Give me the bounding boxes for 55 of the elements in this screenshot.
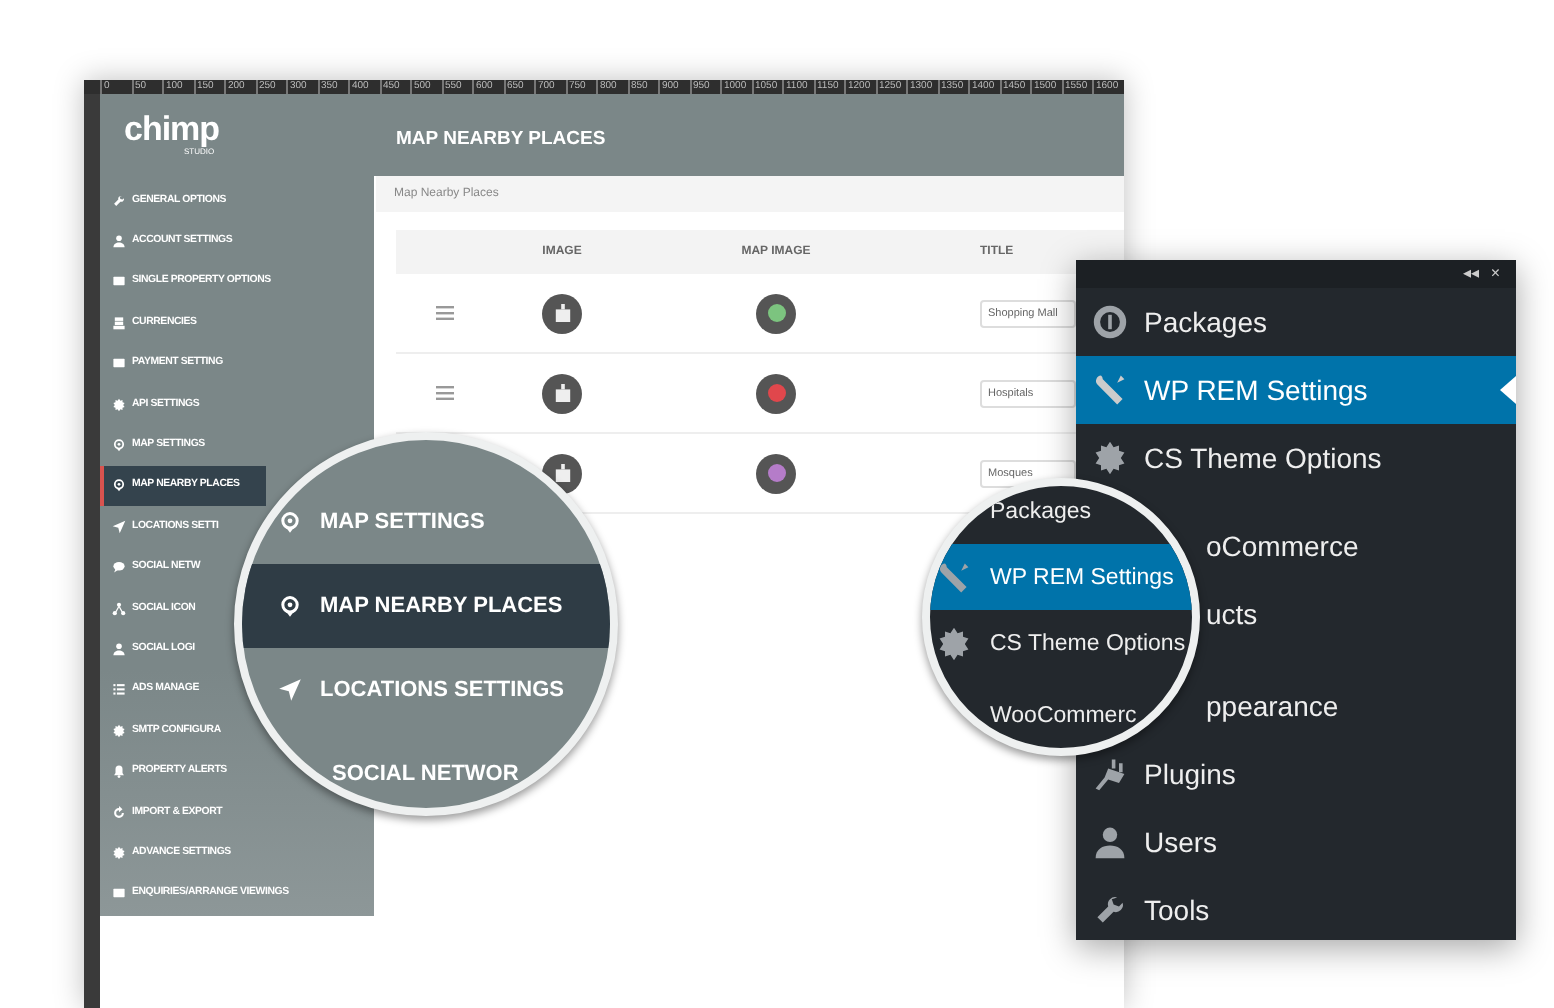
menu-item[interactable]: WooCommerc bbox=[930, 697, 1141, 733]
menu-item[interactable]: ppearance bbox=[1206, 688, 1347, 724]
list-icon bbox=[112, 682, 126, 697]
drag-handle-icon[interactable] bbox=[435, 386, 453, 400]
plug-icon bbox=[1092, 756, 1128, 792]
user-icon bbox=[1092, 824, 1128, 860]
gear-icon bbox=[112, 845, 126, 860]
chat-icon bbox=[112, 560, 126, 575]
gear-icon bbox=[112, 723, 126, 738]
gear-icon bbox=[936, 625, 972, 661]
map-pin-icon bbox=[278, 510, 302, 534]
menu-item[interactable]: SOCIAL NETWOR bbox=[242, 758, 523, 790]
share-icon bbox=[112, 601, 126, 616]
map-pin-icon bbox=[112, 438, 126, 453]
menu-item[interactable]: LOCATIONS SETTINGS bbox=[242, 674, 569, 706]
building-icon bbox=[542, 373, 582, 413]
menu-item[interactable]: WP REM Settings bbox=[930, 544, 1192, 610]
map-pin-icon bbox=[112, 478, 126, 493]
gear-icon bbox=[112, 397, 126, 412]
map-marker-icon bbox=[756, 293, 796, 333]
wrench-icon bbox=[112, 193, 126, 208]
menu-item[interactable]: Users bbox=[1076, 824, 1226, 860]
navigation-arrow-icon bbox=[112, 519, 126, 534]
refresh-icon bbox=[112, 805, 126, 820]
card-icon bbox=[112, 356, 126, 371]
pointer-notch-icon bbox=[1500, 376, 1516, 404]
map-marker-icon bbox=[756, 373, 796, 413]
stack-icon bbox=[112, 315, 126, 330]
building-icon bbox=[542, 293, 582, 333]
drag-handle-icon[interactable] bbox=[435, 306, 453, 320]
card-icon bbox=[112, 274, 126, 289]
menu-item[interactable]: CS Theme Options bbox=[1076, 440, 1390, 476]
logo-text: chimp bbox=[124, 114, 222, 146]
navigation-arrow-icon bbox=[278, 678, 302, 702]
user-icon bbox=[112, 234, 126, 249]
menu-item[interactable]: CS Theme Options bbox=[930, 625, 1190, 661]
collapse-button[interactable]: ◂◂ bbox=[1462, 260, 1479, 288]
user-icon bbox=[112, 641, 126, 656]
menu-item[interactable]: Tools bbox=[1076, 892, 1218, 928]
menu-item[interactable]: WP REM Settings bbox=[1076, 356, 1516, 424]
wrench-icon bbox=[1092, 892, 1128, 928]
page-title: MAP NEARBY PLACES bbox=[374, 94, 1124, 176]
map-marker-icon bbox=[756, 453, 796, 493]
close-button[interactable]: × bbox=[1490, 260, 1500, 288]
menu-item[interactable]: MAP NEARBY PLACES bbox=[242, 564, 610, 648]
card-icon bbox=[112, 886, 126, 901]
menu-item[interactable]: Plugins bbox=[1076, 756, 1244, 792]
menu-item[interactable]: ucts bbox=[1206, 596, 1266, 632]
menu-item[interactable]: Packages bbox=[930, 493, 1096, 529]
map-pin-icon bbox=[278, 594, 302, 618]
menu-item[interactable]: Packages bbox=[1076, 304, 1275, 340]
gear-icon bbox=[1092, 440, 1128, 476]
menu-item[interactable]: oCommerce bbox=[1206, 528, 1367, 564]
bell-icon bbox=[112, 764, 126, 779]
menu-item[interactable]: MAP SETTINGS bbox=[242, 506, 489, 538]
